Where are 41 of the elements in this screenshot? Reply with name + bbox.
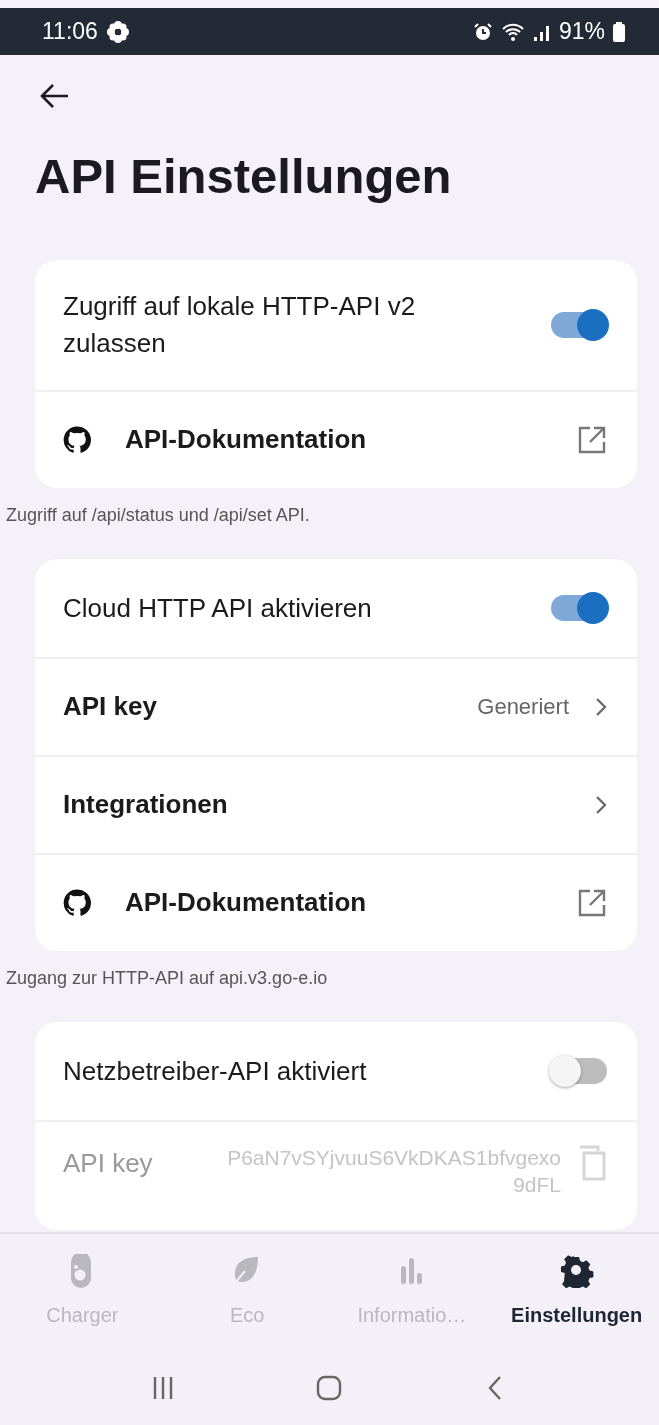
external-link-icon xyxy=(577,424,607,455)
nav-row[interactable]: API key Generiert xyxy=(35,656,637,755)
battery-icon xyxy=(613,21,625,42)
toggle-switch[interactable] xyxy=(551,594,607,621)
link-label: API-Dokumentation xyxy=(125,886,367,920)
nav-label: Integrationen xyxy=(63,788,228,822)
github-icon xyxy=(63,425,91,454)
home-icon[interactable] xyxy=(315,1373,344,1402)
nav-label: API key xyxy=(63,690,157,724)
alarm-icon xyxy=(472,21,493,42)
chevron-right-icon xyxy=(595,794,607,815)
link-row[interactable]: API-Dokumentation xyxy=(35,852,637,951)
battery-level: 91% xyxy=(558,17,605,47)
link-row[interactable]: API-Dokumentation xyxy=(35,389,637,488)
github-icon xyxy=(63,888,91,917)
setting-label: Cloud HTTP API aktivieren xyxy=(63,591,373,625)
setting-row[interactable]: Zugriff auf lokale HTTP-API v2 zulassen xyxy=(35,259,637,390)
setting-label: Zugriff auf lokale HTTP-API v2 zulassen xyxy=(63,290,417,360)
page-title: API Einstellungen xyxy=(35,148,453,205)
key-value: P6aN7vSYjvuuS6VkDKAS1bfvgexo 9dFL xyxy=(226,1144,561,1199)
settings-icon xyxy=(559,1254,594,1288)
section-caption: Zugang zur HTTP-API auf api.v3.go-e.io xyxy=(6,966,329,990)
copy-icon xyxy=(577,1143,607,1182)
nav-tab[interactable]: Einstellungen xyxy=(494,1234,659,1350)
back-button[interactable] xyxy=(40,83,70,109)
setting-row[interactable]: Netzbetreiber-API aktiviert xyxy=(35,1021,637,1120)
status-time: 11:06 xyxy=(42,17,98,47)
external-link-icon xyxy=(577,887,607,918)
setting-label: Netzbetreiber-API aktiviert xyxy=(63,1054,368,1088)
chevron-right-icon xyxy=(595,696,607,717)
toggle-switch[interactable] xyxy=(551,1057,607,1084)
nav-value: Generiert xyxy=(477,693,569,722)
key-label: API key xyxy=(63,1146,153,1180)
nav-row[interactable]: Integrationen xyxy=(35,754,637,853)
toggle-switch[interactable] xyxy=(551,311,607,338)
section-caption: Zugriff auf /api/status und /api/set API. xyxy=(6,503,311,527)
setting-row[interactable]: Cloud HTTP API aktivieren xyxy=(35,558,637,657)
wifi-icon xyxy=(500,21,525,42)
link-label: API-Dokumentation xyxy=(125,423,367,457)
back-arrow-icon xyxy=(40,83,70,109)
flower-icon xyxy=(105,19,130,44)
